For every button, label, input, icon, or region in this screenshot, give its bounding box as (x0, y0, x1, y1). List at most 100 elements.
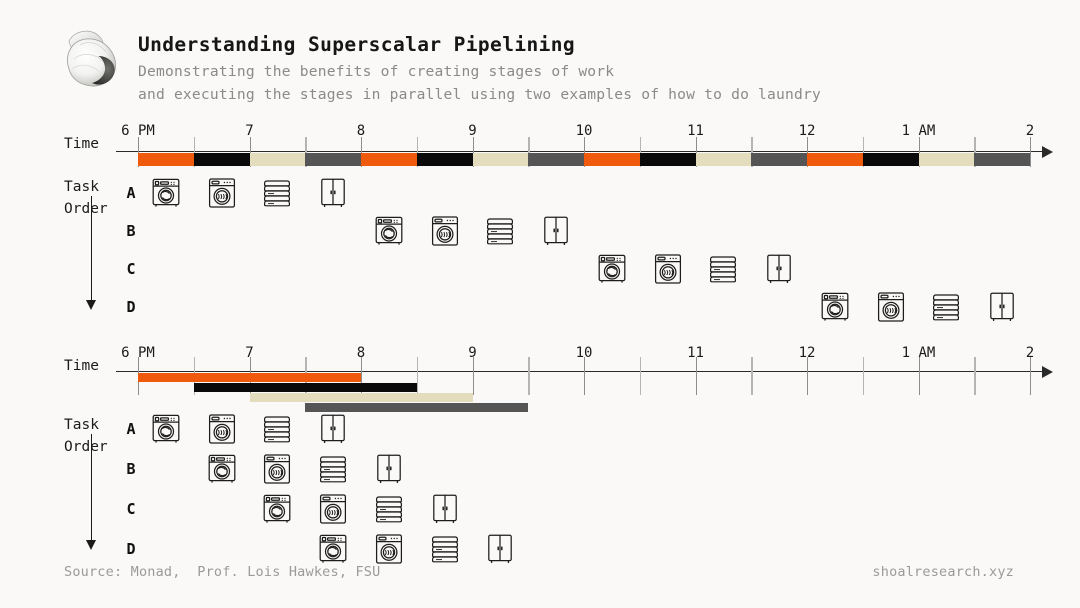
axis-tick (862, 357, 865, 395)
gantt-segment-store (751, 152, 807, 166)
wardrobe-icon (372, 452, 406, 486)
axis-tick-label: 12 (798, 345, 816, 361)
dryer-icon (316, 492, 350, 526)
dryer-icon (428, 214, 462, 248)
gantt-segment-fold (361, 392, 417, 402)
axis-tick-label: 8 (356, 123, 366, 139)
gantt-segment-wash (193, 382, 250, 392)
gantt-segment-fold (695, 152, 752, 166)
axis-tick-label: 8 (356, 345, 366, 361)
folded-laundry-icon (316, 452, 350, 486)
axis-tick-label: 7 (245, 123, 254, 139)
folded-laundry-icon (372, 492, 406, 526)
task-row-label-b: B (126, 460, 136, 478)
snail-shell-logo (58, 26, 130, 92)
axis-tick-label: 12 (798, 123, 816, 139)
washing-machine-icon (595, 252, 629, 286)
axis-tick (974, 357, 976, 395)
task-row-label-d: D (126, 540, 136, 558)
task-order-label: Task Order (64, 176, 108, 220)
gantt-segment-store (416, 392, 473, 402)
dryer-icon (260, 452, 294, 486)
task-row-label-c: C (126, 260, 136, 278)
subtitle-line-1: Demonstrating the benefits of creating s… (138, 63, 615, 80)
axis-tick-label: 11 (687, 123, 704, 139)
axis-tick-label: 9 (468, 123, 477, 139)
task-row-label-b: B (126, 222, 136, 240)
order-direction-arrow-shaft (91, 434, 93, 540)
axis-tick (416, 357, 419, 395)
axis-tick-label: 2 (1025, 345, 1035, 361)
wardrobe-icon (428, 492, 462, 526)
axis-tick-label: 6 PM (121, 123, 155, 139)
order-direction-arrow-head (86, 300, 97, 310)
dryer-icon (205, 176, 239, 210)
axis-tick (751, 357, 753, 395)
task-order-line-1: Task (64, 179, 99, 195)
axis-tick-label: 11 (687, 345, 704, 361)
washing-machine-icon (149, 176, 183, 210)
gantt-segment-store (974, 152, 1030, 166)
folded-laundry-icon (706, 252, 740, 286)
gantt-segment-dry (361, 402, 417, 412)
washing-machine-icon (205, 452, 239, 486)
infographic-canvas: Understanding Superscalar Pipelining Dem… (0, 0, 1080, 608)
axis-tick-label: 10 (575, 123, 593, 139)
task-order-label: Task Order (64, 414, 108, 458)
axis-tick (1030, 357, 1032, 395)
dryer-icon (874, 290, 908, 324)
gantt-segment-wash (584, 152, 640, 166)
wardrobe-icon (483, 532, 517, 566)
gantt-segment-store (528, 152, 584, 166)
washing-machine-icon (260, 492, 294, 526)
wardrobe-icon (316, 176, 350, 210)
gantt-segment-wash (138, 372, 194, 382)
wardrobe-icon (985, 290, 1019, 324)
axis-tick-label: 1 AM (901, 123, 936, 139)
folded-laundry-icon (260, 412, 294, 446)
gantt-segment-dry (305, 392, 361, 402)
axis-tick-label: 2 (1025, 123, 1035, 139)
folded-laundry-icon (929, 290, 963, 324)
gantt-segment-wash (807, 152, 863, 166)
axis-tick-label: 9 (468, 345, 477, 361)
axis-tick (807, 357, 809, 395)
task-row-label-d: D (126, 298, 136, 316)
gantt-segment-dry (193, 372, 250, 382)
task-row-label-a: A (126, 184, 136, 202)
gantt-segment-store (305, 372, 361, 382)
gantt-segment-fold (305, 382, 361, 392)
gantt-segment-fold (249, 152, 306, 166)
gantt-segment-fold (416, 402, 473, 412)
washing-machine-icon (372, 214, 406, 248)
axis-tick (1030, 137, 1032, 167)
gantt-segment-wash (249, 392, 306, 402)
axis-tick (639, 357, 642, 395)
folded-laundry-icon (260, 176, 294, 210)
gantt-segment-fold (472, 152, 529, 166)
gantt-segment-store (305, 152, 361, 166)
dryer-icon (372, 532, 406, 566)
time-axis-label: Time (64, 358, 99, 374)
task-row-label-a: A (126, 420, 136, 438)
folded-laundry-icon (483, 214, 517, 248)
dryer-icon (651, 252, 685, 286)
wardrobe-icon (762, 252, 796, 286)
time-axis-arrowhead (1042, 146, 1053, 158)
gantt-segment-dry (193, 152, 250, 166)
gantt-segment-wash (305, 402, 361, 412)
axis-tick-label: 6 PM (121, 345, 155, 361)
gantt-segment-dry (862, 152, 919, 166)
washing-machine-icon (818, 290, 852, 324)
gantt-segment-dry (416, 152, 473, 166)
footer-site[interactable]: shoalresearch.xyz (872, 564, 1014, 580)
wardrobe-icon (539, 214, 573, 248)
time-axis-arrowhead (1042, 366, 1053, 378)
axis-tick-label: 10 (575, 345, 593, 361)
axis-tick (695, 357, 697, 395)
gantt-segment-dry (249, 382, 306, 392)
wardrobe-icon (316, 412, 350, 446)
page-subtitle: Demonstrating the benefits of creating s… (138, 61, 821, 106)
axis-tick-label: 1 AM (901, 345, 936, 361)
footer-source: Source: Monad, Prof. Lois Hawkes, FSU (64, 564, 381, 580)
